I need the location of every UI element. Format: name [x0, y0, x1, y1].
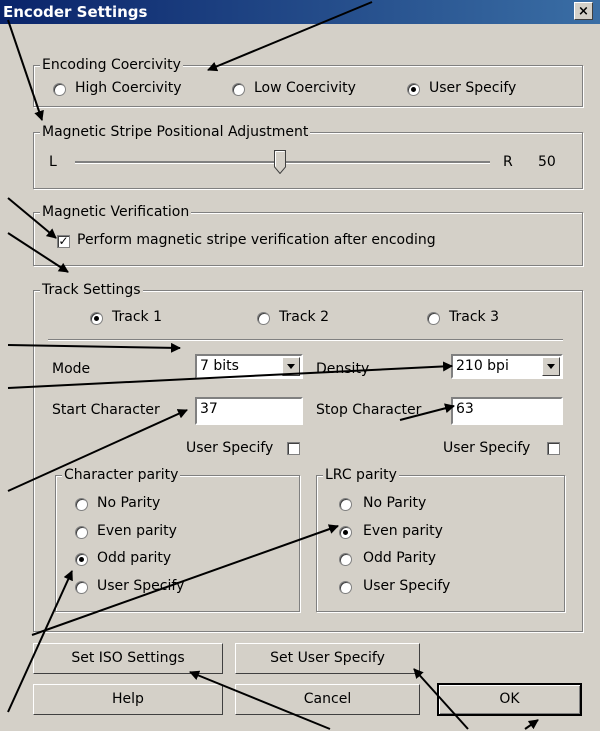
arrow-ok — [524, 719, 539, 730]
arrow-verification — [7, 197, 57, 239]
arrow-lrc-parity — [31, 524, 339, 636]
arrow-mode — [7, 342, 181, 353]
arrow-char-parity — [7, 570, 73, 713]
arrow-track-settings — [7, 232, 69, 273]
arrow-stop-character — [399, 403, 455, 421]
arrow-start-character — [7, 409, 188, 492]
arrow-set-user — [413, 668, 469, 730]
arrow-set-iso — [189, 670, 331, 730]
arrow-coercivity — [207, 1, 373, 72]
annotation-arrows — [7, 1, 539, 730]
arrow-adjustment — [7, 19, 44, 121]
arrow-density — [7, 361, 453, 389]
